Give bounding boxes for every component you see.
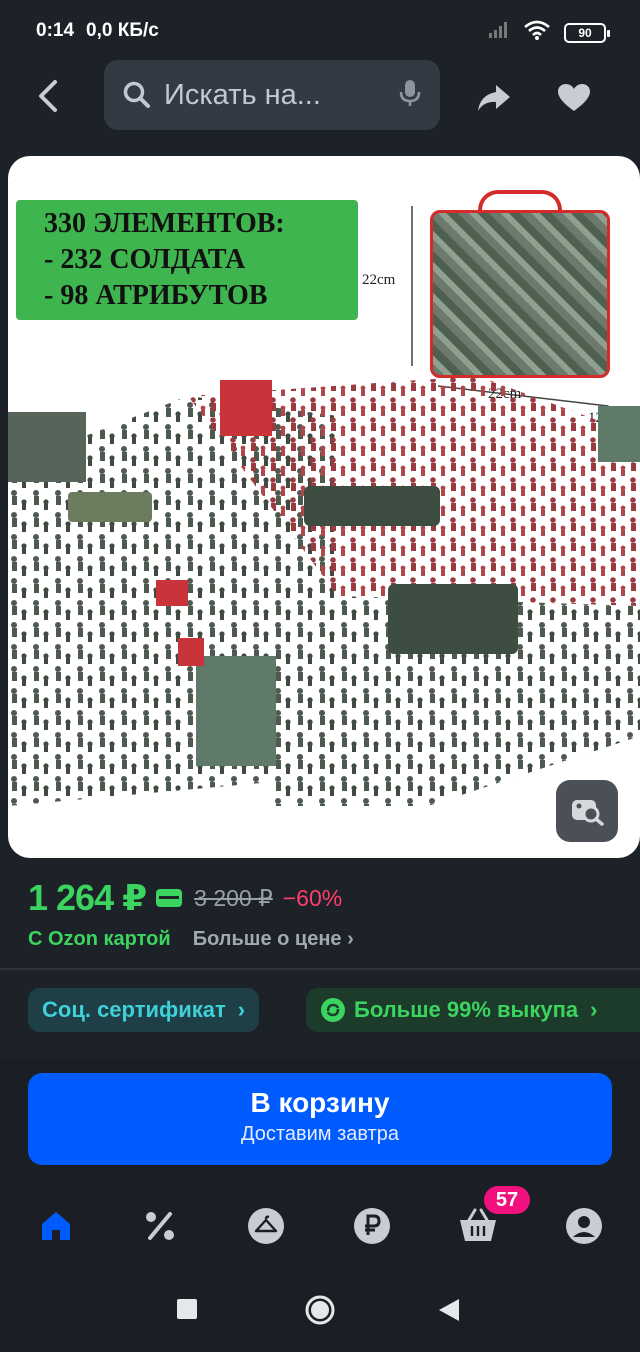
chevron-right-icon: › <box>590 997 598 1022</box>
microphone-icon[interactable] <box>398 78 422 113</box>
back-system-button[interactable] <box>438 1298 460 1322</box>
ozon-card-icon <box>156 889 183 907</box>
price-subrow: С Ozon картой Больше о цене › <box>28 922 354 956</box>
home-icon <box>42 1212 70 1240</box>
battery-icon: 90 <box>564 23 610 43</box>
hanger-icon <box>248 1208 284 1244</box>
social-certificate-chip[interactable]: Соц. сертификат › <box>28 988 260 1032</box>
image-search-icon <box>572 800 604 826</box>
status-bar: 0:14 0,0 КБ/с 90 <box>0 0 640 62</box>
square-icon <box>177 1299 197 1319</box>
percent-icon <box>146 1212 174 1240</box>
user-icon <box>566 1208 602 1244</box>
clock: 0:14 <box>36 20 75 41</box>
bottom-navigation <box>0 1190 640 1260</box>
divider <box>0 968 640 970</box>
wifi-icon <box>524 20 550 46</box>
status-icons: 90 <box>488 20 610 46</box>
refresh-icon <box>321 998 345 1022</box>
chevron-left-icon <box>39 80 57 112</box>
ozon-card-label: С Ozon картой <box>28 927 171 950</box>
promo-line: - 232 СОЛДАТА <box>44 244 246 275</box>
top-bar: Искать на... <box>0 58 640 134</box>
product-promo-box: 330 ЭЛЕМЕНТОВ: - 232 СОЛДАТА - 98 АТРИБУ… <box>16 200 358 320</box>
share-button[interactable] <box>472 78 516 118</box>
cart-count-badge: 57 <box>484 1186 530 1214</box>
signal-icon <box>488 21 510 45</box>
toy-soldiers-illustration <box>8 376 640 806</box>
add-to-cart-button[interactable]: В корзину Доставим завтра <box>28 1073 612 1165</box>
favorite-button[interactable] <box>552 78 596 118</box>
heart-icon <box>558 84 590 111</box>
nav-finance[interactable] <box>346 1200 398 1252</box>
promo-line: 330 ЭЛЕМЕНТОВ: <box>44 208 285 239</box>
triangle-back-icon <box>439 1299 459 1321</box>
back-button[interactable] <box>28 76 68 116</box>
basket-icon <box>460 1208 496 1241</box>
price-row: 1 264 ₽ 3 200 ₽ −60% <box>28 874 342 922</box>
product-image-card[interactable]: 330 ЭЛЕМЕНТОВ: - 232 СОЛДАТА - 98 АТРИБУ… <box>8 156 640 858</box>
network-speed: 0,0 КБ/с <box>86 20 159 41</box>
search-input[interactable]: Искать на... <box>104 60 440 130</box>
recent-apps-button[interactable] <box>176 1298 198 1320</box>
discount-badge: −60% <box>282 884 343 911</box>
cart-button-title: В корзину <box>250 1087 390 1118</box>
nav-home[interactable] <box>30 1200 82 1252</box>
dimension-height-label: 22cm <box>362 272 396 288</box>
more-about-price-link[interactable]: Больше о цене › <box>193 928 354 951</box>
chip-label: Соц. сертификат <box>42 997 226 1022</box>
nav-discounts[interactable] <box>134 1200 186 1252</box>
image-search-button[interactable] <box>556 780 618 842</box>
search-icon <box>123 81 150 108</box>
nav-profile[interactable] <box>558 1200 610 1252</box>
cart-button-subtitle: Доставим завтра <box>241 1123 399 1145</box>
ruble-icon <box>354 1208 390 1244</box>
packaging-bag-image <box>430 210 610 378</box>
system-navigation <box>0 1270 640 1352</box>
old-price: 3 200 ₽ <box>194 884 273 911</box>
buyout-rate-chip[interactable]: Больше 99% выкупа › <box>306 988 640 1032</box>
circle-icon <box>305 1295 335 1325</box>
home-system-button[interactable] <box>304 1294 336 1326</box>
chevron-right-icon: › <box>237 997 246 1022</box>
promo-line: - 98 АТРИБУТОВ <box>44 280 268 311</box>
chip-label: Больше 99% выкупа <box>354 997 579 1022</box>
current-price: 1 264 ₽ <box>28 877 147 918</box>
nav-fresh[interactable] <box>240 1200 292 1252</box>
share-icon <box>478 85 510 111</box>
search-placeholder: Искать на... <box>164 78 321 111</box>
